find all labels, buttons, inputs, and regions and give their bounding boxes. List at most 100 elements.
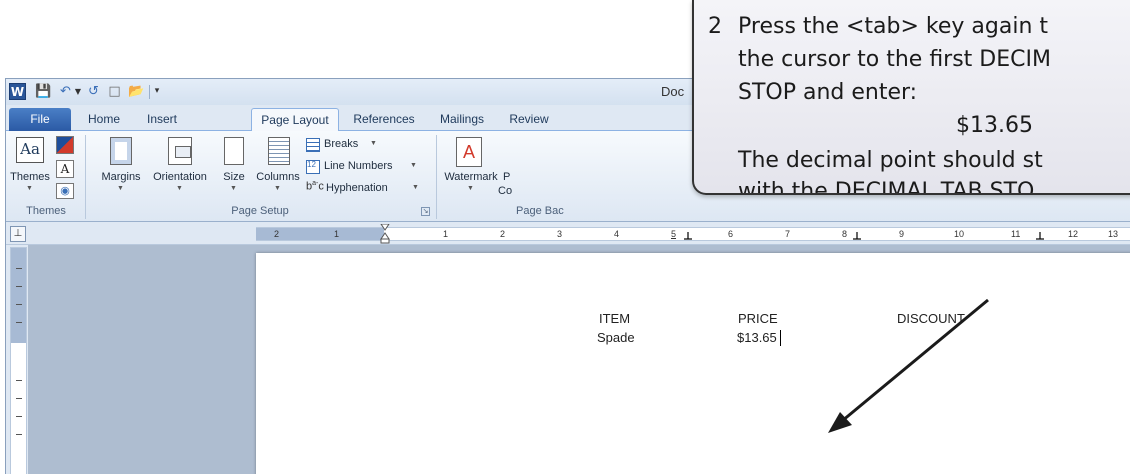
callout-line-2: the cursor to the first DECIM — [738, 47, 1051, 72]
document-canvas: ITEM PRICE DISCOUNT Spade $13.65 — [28, 245, 1130, 474]
theme-effects-icon[interactable]: ◉ — [56, 183, 74, 199]
watermark-label: Watermark — [444, 171, 498, 183]
line-numbers-icon: 12 — [306, 159, 320, 174]
group-label-page-setup: Page Setup — [231, 205, 289, 217]
document-page[interactable]: ITEM PRICE DISCOUNT Spade $13.65 — [256, 253, 1130, 474]
callout-line-3: STOP and enter: — [738, 80, 918, 105]
orientation-label: Orientation — [153, 171, 207, 183]
watermark-caret-icon: ▼ — [467, 185, 474, 192]
undo-icon[interactable]: ↶ — [57, 83, 74, 100]
margins-label: Margins — [101, 171, 141, 183]
vertical-ruler-tick — [16, 416, 22, 417]
breaks-caret-icon: ▼ — [370, 140, 377, 147]
ruler-number: 12 — [1068, 229, 1079, 239]
tab-insert[interactable]: Insert — [136, 108, 188, 131]
cell-price-value: $13.65 — [737, 330, 777, 345]
themes-caret-icon: ▼ — [26, 185, 33, 192]
horizontal-ruler-row: ⊥ 2 1 1 2 3 4 5 6 7 8 9 10 11 12 13 1 — [6, 223, 1130, 245]
ruler-number: 4 — [614, 229, 620, 239]
orientation-icon — [168, 137, 192, 165]
columns-label: Columns — [256, 171, 300, 183]
horizontal-ruler[interactable]: 2 1 1 2 3 4 5 6 7 8 9 10 11 12 13 1 — [256, 224, 1130, 244]
callout-line-1: Press the <tab> key again t — [738, 14, 1049, 39]
customize-quick-access-icon[interactable]: ▾ — [152, 83, 162, 100]
decimal-tab-stop-icon[interactable] — [853, 232, 861, 240]
undo-dropdown-icon[interactable]: ▼ — [74, 83, 82, 100]
ruler-number: 11 — [1011, 229, 1021, 239]
page-setup-launcher-icon[interactable]: ↘ — [421, 207, 430, 216]
page-borders-label-partial[interactable]: Co — [498, 185, 512, 197]
ruler-number: 2 — [500, 229, 506, 239]
tab-review[interactable]: Review — [504, 108, 554, 131]
margins-caret-icon: ▼ — [117, 185, 124, 192]
tab-references[interactable]: References — [342, 108, 426, 131]
save-icon[interactable]: 💾 — [35, 83, 52, 100]
quick-access-divider — [149, 85, 150, 99]
margins-button[interactable]: Margins ▼ — [98, 135, 144, 201]
new-document-icon[interactable]: □ — [106, 83, 123, 100]
indent-marker-icon[interactable] — [380, 224, 390, 244]
size-icon — [224, 137, 244, 165]
watermark-icon: A — [456, 137, 482, 167]
hyphenation-label: Hyphenation — [326, 182, 388, 194]
orientation-button[interactable]: Orientation ▼ — [144, 135, 216, 201]
right-tab-stop-icon[interactable] — [1036, 232, 1044, 240]
line-numbers-label: Line Numbers — [324, 160, 393, 172]
word-icon[interactable]: W — [9, 83, 26, 100]
size-button[interactable]: Size ▼ — [216, 135, 252, 201]
breaks-label: Breaks — [324, 138, 359, 150]
ruler-number: 8 — [842, 229, 848, 239]
breaks-icon — [306, 137, 320, 152]
cell-item-spade: Spade — [597, 330, 635, 345]
breaks-button[interactable]: Breaks ▼ — [306, 136, 386, 154]
vertical-ruler-tick — [16, 380, 22, 381]
theme-fonts-icon[interactable]: A — [56, 160, 74, 178]
instruction-callout: 2 Press the <tab> key again t the cursor… — [692, 0, 1130, 195]
columns-button[interactable]: Columns ▼ — [254, 135, 302, 201]
decimal-tab-stop-icon[interactable] — [684, 232, 692, 240]
line-numbers-caret-icon: ▼ — [410, 162, 417, 169]
tab-mailings[interactable]: Mailings — [432, 108, 492, 131]
ruler-number: 13 — [1108, 229, 1119, 239]
tab-page-layout[interactable]: Page Layout — [251, 108, 339, 132]
themes-button[interactable]: Aa Themes ▼ — [8, 135, 52, 201]
group-label-page-background: Page Bac — [516, 205, 564, 217]
group-divider — [85, 135, 86, 219]
vertical-ruler[interactable] — [10, 247, 27, 474]
vertical-ruler-tick — [16, 434, 22, 435]
line-numbers-button[interactable]: 12 Line Numbers ▼ — [306, 158, 426, 176]
group-label-themes: Themes — [26, 205, 66, 217]
vertical-ruler-tick — [16, 286, 22, 287]
tab-selector-icon[interactable]: ⊥ — [10, 226, 26, 242]
margins-icon — [110, 137, 132, 165]
theme-colors-icon[interactable] — [56, 136, 74, 154]
header-item: ITEM — [599, 311, 631, 326]
size-label: Size — [223, 171, 245, 183]
watermark-button[interactable]: A Watermark ▼ — [440, 135, 502, 201]
document-title: Doc — [661, 84, 685, 99]
open-folder-icon[interactable]: 📂 — [128, 83, 145, 100]
ruler-number: 10 — [954, 229, 965, 239]
tab-file[interactable]: File — [9, 108, 71, 131]
ruler-number: 2 — [274, 229, 280, 239]
callout-step-number: 2 — [708, 14, 722, 39]
ruler-number: 5 — [671, 229, 677, 239]
ruler-number: 1 — [443, 229, 449, 239]
redo-icon[interactable]: ↺ — [85, 83, 102, 100]
hyphenation-icon: ba-c — [306, 180, 324, 193]
themes-label: Themes — [10, 171, 50, 183]
ruler-number: 3 — [557, 229, 563, 239]
vertical-ruler-tick — [16, 268, 22, 269]
hyphenation-button[interactable]: ba-c Hyphenation ▼ — [306, 180, 426, 198]
tab-home[interactable]: Home — [78, 108, 130, 131]
vertical-ruler-margin — [11, 248, 26, 343]
hyphenation-caret-icon: ▼ — [412, 184, 419, 191]
size-caret-icon: ▼ — [230, 185, 237, 192]
ruler-number: 7 — [785, 229, 791, 239]
callout-line-4: The decimal point should st — [738, 148, 1043, 173]
callout-value: $13.65 — [956, 113, 1033, 138]
columns-caret-icon: ▼ — [274, 185, 281, 192]
page-color-label-partial[interactable]: P — [503, 171, 510, 183]
vertical-ruler-tick — [16, 398, 22, 399]
callout-line-5: with the DECIMAL TAB STO — [738, 179, 1035, 195]
